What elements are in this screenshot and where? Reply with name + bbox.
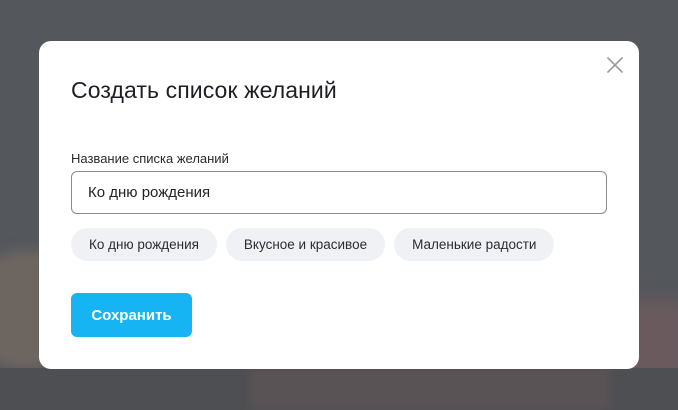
close-button[interactable] — [605, 55, 625, 75]
suggestion-chip-tasty-beautiful[interactable]: Вкусное и красивое — [225, 228, 386, 261]
dialog-title: Создать список желаний — [71, 77, 337, 103]
save-button[interactable]: Сохранить — [71, 293, 192, 337]
suggestion-chip-birthday[interactable]: Ко дню рождения — [71, 228, 217, 261]
suggestion-chip-small-joys[interactable]: Маленькие радости — [394, 228, 555, 261]
wishlist-name-label: Название списка желаний — [71, 151, 229, 166]
background-decoration — [250, 368, 610, 410]
suggestion-chips: Ко дню рождения Вкусное и красивое Мален… — [71, 228, 555, 261]
close-icon — [607, 57, 623, 73]
create-wishlist-dialog: Создать список желаний Название списка ж… — [39, 41, 639, 369]
wishlist-name-input[interactable] — [71, 171, 607, 214]
